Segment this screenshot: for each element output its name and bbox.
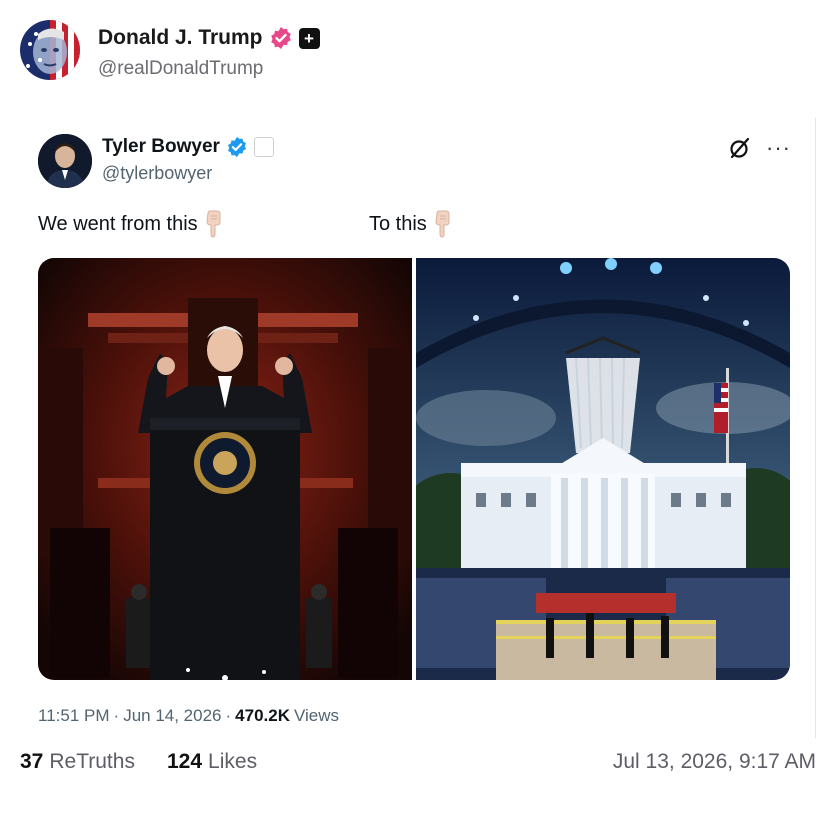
avatar[interactable]: [20, 20, 80, 80]
likes-stat[interactable]: 124 Likes: [167, 750, 257, 774]
media-grid: [38, 258, 790, 680]
quote-text-right-segment: To this: [369, 210, 453, 238]
speech-scene-image: [38, 258, 412, 680]
author-name[interactable]: Donald J. Trump: [98, 26, 263, 50]
post-header: Donald J. Trump + @realDonaldTrump: [20, 20, 820, 84]
more-options-icon[interactable]: ···: [766, 137, 791, 159]
meta-separator: ·: [225, 706, 232, 725]
quote-text-left: We went from this: [38, 212, 198, 235]
image-biden-speech-red-backdrop[interactable]: [38, 258, 412, 680]
quote-meta: 11:51 PM · Jun 14, 2026 · 470.2K Views: [38, 706, 339, 726]
quote-name-line: Tyler Bowyer: [102, 136, 274, 158]
affiliate-badge-icon[interactable]: [253, 137, 274, 157]
quote-time: 11:51 PM: [38, 706, 110, 725]
quote-author-name[interactable]: Tyler Bowyer: [102, 136, 220, 158]
quote-author-handle[interactable]: @tylerbowyer: [102, 163, 212, 184]
person-avatar-icon: [38, 134, 92, 188]
image-white-house-flyover-event[interactable]: [416, 258, 790, 680]
quote-text-right: To this: [369, 212, 427, 235]
views-label: Views: [294, 706, 340, 725]
flag-face-avatar-icon: [20, 20, 80, 80]
white-house-scene-image: [416, 258, 790, 680]
quoted-post-card[interactable]: Tyler Bowyer @tylerbowyer ··· We went fr…: [20, 118, 816, 738]
blue-verified-badge-icon: [227, 136, 246, 158]
quote-actions: ···: [728, 136, 791, 160]
grok-icon[interactable]: [728, 136, 752, 160]
pointing-down-emoji-icon: [435, 210, 450, 238]
pink-verified-badge-icon: [270, 27, 291, 49]
retruths-label: ReTruths: [49, 750, 135, 773]
pointing-down-emoji-icon: [206, 210, 221, 238]
crescent-icon: [260, 142, 266, 152]
author-line: Donald J. Trump +: [98, 26, 320, 50]
retruths-stat[interactable]: 37 ReTruths: [20, 750, 135, 774]
retruths-count: 37: [20, 750, 44, 773]
quote-avatar[interactable]: [38, 134, 92, 188]
plus-badge-icon: +: [298, 27, 320, 49]
post-date[interactable]: Jul 13, 2026, 9:17 AM: [613, 750, 816, 774]
post-footer: 37 ReTruths 124 Likes Jul 13, 2026, 9:17…: [20, 750, 820, 784]
likes-count: 124: [167, 750, 203, 773]
views-count: 470.2K: [235, 706, 290, 725]
quote-date[interactable]: Jun 14, 2026: [123, 706, 221, 726]
quote-text-left-segment: We went from this: [38, 210, 224, 238]
quote-text: We went from this To this: [38, 210, 798, 240]
author-handle[interactable]: @realDonaldTrump: [98, 58, 263, 80]
meta-separator: ·: [113, 706, 120, 725]
likes-label: Likes: [208, 750, 258, 773]
